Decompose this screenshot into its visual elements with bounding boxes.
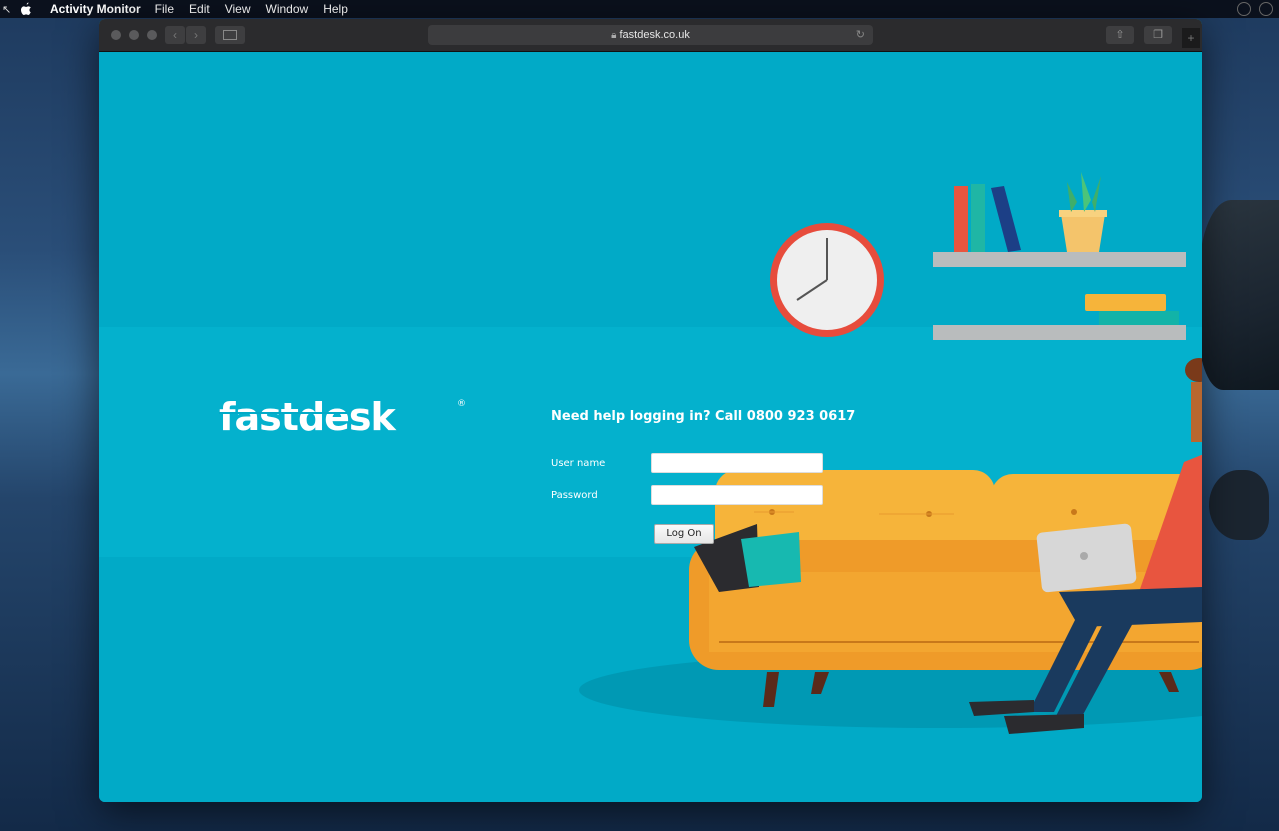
forward-button[interactable]: › (186, 26, 206, 44)
help-text: Need help logging in? Call 0800 923 0617 (551, 409, 856, 424)
window-controls (111, 30, 157, 40)
status-icons (1237, 2, 1273, 16)
lock-icon: 🔒︎ (611, 30, 617, 41)
url-text: fastdesk.co.uk (619, 29, 690, 41)
cursor-icon: ↖ (2, 3, 12, 16)
fastdesk-logo: fastdesk ® (219, 395, 466, 439)
chevron-right-icon: › (194, 28, 198, 42)
password-label: Password (551, 490, 598, 501)
plus-icon: + (1187, 31, 1195, 45)
menu-app-name[interactable]: Activity Monitor (50, 2, 141, 16)
bookshelf-illustration (933, 172, 1186, 340)
registered-mark: ® (457, 399, 466, 409)
menu-help[interactable]: Help (323, 2, 348, 16)
desktop-rock (1199, 200, 1279, 390)
siri-icon[interactable] (1237, 2, 1251, 16)
navigation-buttons: ‹ › (165, 26, 206, 44)
share-button[interactable]: ⇧ (1106, 26, 1134, 44)
new-tab-button[interactable]: + (1182, 28, 1200, 48)
browser-toolbar: ‹ › 🔒︎ fastdesk.co.uk ↻ ⇧ ❐ + (99, 19, 1202, 52)
svg-text:fastdesk: fastdesk (219, 395, 397, 439)
password-input[interactable] (651, 485, 823, 505)
minimize-button[interactable] (129, 30, 139, 40)
apple-icon[interactable] (20, 2, 34, 16)
reload-icon[interactable]: ↻ (856, 25, 865, 45)
menu-file[interactable]: File (155, 2, 174, 16)
sidebar-toggle-button[interactable] (215, 26, 245, 44)
share-icon: ⇧ (1115, 29, 1125, 41)
username-input[interactable] (651, 453, 823, 473)
back-button[interactable]: ‹ (165, 26, 185, 44)
tabs-button[interactable]: ❐ (1144, 26, 1172, 44)
menu-bar: ↖ Activity Monitor File Edit View Window… (0, 0, 1279, 18)
page-content: fastdesk ® Need help logging in? Call 08… (99, 52, 1202, 802)
menu-edit[interactable]: Edit (189, 2, 210, 16)
sidebar-icon (223, 30, 237, 40)
username-label: User name (551, 458, 606, 469)
chevron-left-icon: ‹ (173, 28, 177, 42)
log-on-button[interactable]: Log On (654, 524, 714, 544)
close-button[interactable] (111, 30, 121, 40)
browser-window: ‹ › 🔒︎ fastdesk.co.uk ↻ ⇧ ❐ + fastdesk ®… (99, 19, 1202, 802)
control-icon[interactable] (1259, 2, 1273, 16)
clock-illustration (770, 223, 884, 337)
desktop-rock-small (1209, 470, 1269, 540)
menu-window[interactable]: Window (266, 2, 309, 16)
tabs-icon: ❐ (1153, 29, 1163, 41)
fastdesk-logo-wordmark: fastdesk (219, 395, 398, 439)
menu-view[interactable]: View (225, 2, 251, 16)
zoom-button[interactable] (147, 30, 157, 40)
address-bar[interactable]: 🔒︎ fastdesk.co.uk ↻ (428, 25, 873, 45)
